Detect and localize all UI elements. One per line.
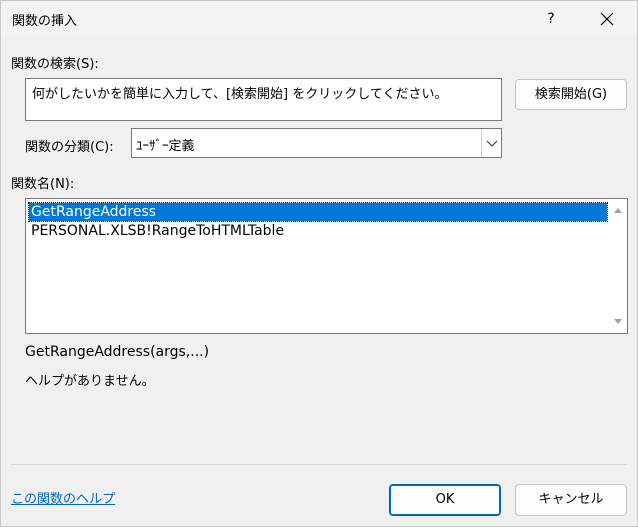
function-signature: GetRangeAddress(args,...): [25, 344, 210, 360]
search-input-text: 何がしたいかを簡単に入力して、[検索開始] をクリックしてください。: [32, 87, 448, 102]
title-bar: 関数の挿入 ?: [1, 1, 637, 37]
help-icon: ?: [547, 11, 555, 27]
scroll-up-icon[interactable]: [609, 202, 627, 220]
category-label: 関数の分類(C):: [25, 140, 114, 155]
category-dropdown-button[interactable]: [481, 129, 501, 157]
category-select[interactable]: ﾕｰｻﾞｰ定義: [131, 128, 502, 158]
function-description: ヘルプがありません。: [25, 374, 155, 389]
close-icon: [600, 12, 614, 26]
dialog-title: 関数の挿入: [12, 14, 78, 29]
function-help-link[interactable]: この関数のヘルプ: [11, 488, 115, 507]
vertical-scrollbar[interactable]: [609, 199, 627, 333]
search-label: 関数の検索(S):: [11, 57, 99, 72]
chevron-down-icon: [486, 140, 498, 147]
function-list[interactable]: GetRangeAddress PERSONAL.XLSB!RangeToHTM…: [25, 198, 628, 334]
function-name-label: 関数名(N):: [11, 177, 75, 192]
search-start-label: 検索開始(G): [534, 87, 608, 102]
search-input[interactable]: 何がしたいかを簡単に入力して、[検索開始] をクリックしてください。: [25, 78, 502, 121]
cancel-label: キャンセル: [538, 492, 604, 507]
cancel-button[interactable]: キャンセル: [515, 484, 627, 516]
ok-label: OK: [435, 492, 455, 507]
ok-button[interactable]: OK: [389, 484, 501, 516]
list-item[interactable]: GetRangeAddress: [28, 202, 608, 222]
category-selected-value: ﾕｰｻﾞｰ定義: [136, 139, 195, 154]
search-start-button[interactable]: 検索開始(G): [515, 79, 627, 110]
help-button[interactable]: ?: [537, 5, 565, 33]
insert-function-dialog: 関数の挿入 ? 関数の検索(S): 何がしたいかを簡単に入力して、[検索開始] …: [0, 0, 638, 527]
footer-divider: [11, 464, 627, 465]
list-item[interactable]: PERSONAL.XLSB!RangeToHTMLTable: [29, 222, 284, 240]
close-button[interactable]: [597, 9, 617, 29]
scroll-down-icon[interactable]: [609, 312, 627, 330]
